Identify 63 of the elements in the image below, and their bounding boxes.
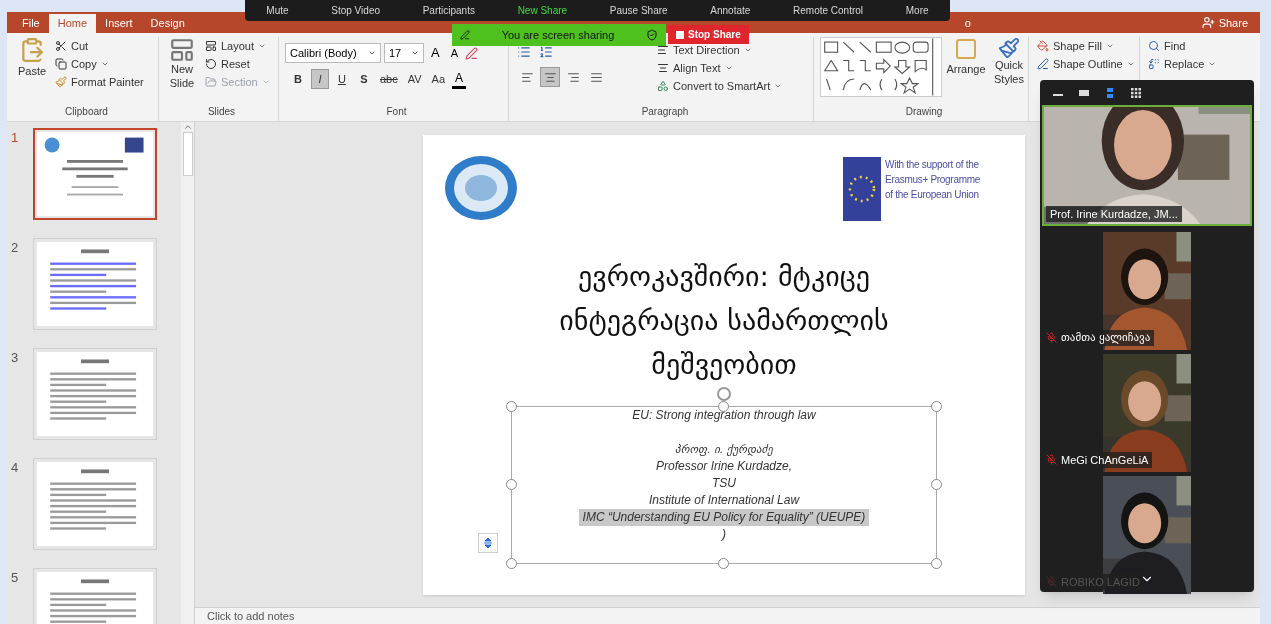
grow-font-button[interactable]: A (427, 43, 444, 63)
toolbar-button[interactable]: Annotate (710, 3, 751, 18)
share-button[interactable]: Share (1201, 14, 1248, 31)
subtitle-line: Professor Irine Kurdadze, (655, 458, 793, 475)
toolbar-button[interactable]: Participants (422, 3, 475, 18)
stop-share-button[interactable]: Stop Share (668, 25, 749, 44)
shrink-font-button[interactable]: A (446, 44, 462, 62)
font-style-button[interactable]: AV (404, 69, 425, 89)
font-style-button[interactable]: abc (377, 69, 401, 89)
toolbar-button[interactable]: Stop Video (331, 3, 380, 18)
font-style-button[interactable]: Aa (428, 69, 449, 89)
slide-number: 4 (11, 459, 20, 477)
layout-button[interactable]: Layout (203, 37, 272, 55)
reset-button[interactable]: Reset (203, 55, 272, 73)
toolbar-button[interactable]: Remote Control (793, 3, 864, 18)
toolbar-button[interactable]: Pause Share (609, 3, 668, 18)
font-style-button[interactable]: I (311, 69, 329, 89)
ribbon-tab[interactable]: Insert (96, 14, 142, 33)
slide-title: ევროკავშირი: მტკიცე ინტეგრაცია სამართლის მეშვეობით (559, 259, 889, 383)
slide-number: 2 (11, 239, 20, 257)
ribbon-tab[interactable]: File (13, 14, 49, 33)
ribbon-tab[interactable]: Home (48, 14, 97, 33)
paste-button[interactable]: Paste (15, 37, 49, 107)
font-family-dropdown[interactable]: Calibri (Body) (285, 43, 381, 63)
font-size-dropdown[interactable]: 17 (384, 43, 424, 63)
copy-button[interactable]: Copy (53, 55, 146, 73)
toolbar-button[interactable]: Mute (266, 3, 289, 18)
subtitle-line: EU: Strong integration through law (632, 407, 816, 424)
new-slide-button[interactable]: New Slide (165, 37, 199, 107)
toolbar-button[interactable]: More (905, 3, 929, 18)
arrange-button[interactable]: Arrange (946, 37, 986, 107)
font-style-button[interactable]: U (333, 69, 351, 89)
slide-number: 5 (11, 569, 20, 587)
slide-number: 3 (11, 349, 20, 367)
find-button[interactable]: Find (1146, 37, 1239, 55)
quick-styles-button[interactable]: Quick Styles (990, 37, 1028, 107)
cut-button[interactable]: Cut (53, 37, 146, 55)
group-label: Clipboard (64, 107, 109, 119)
sharing-message: You are screen sharing (500, 27, 616, 43)
font-color-button[interactable]: A (452, 69, 467, 89)
ribbon-tab[interactable]: o (955, 14, 980, 33)
subtitle-line: პროფ. ი. ქურდაძე (675, 442, 773, 458)
font-style-button[interactable]: S (355, 69, 373, 89)
align-text-button[interactable]: Align Text (655, 59, 785, 77)
smartart-button[interactable]: Convert to SmartArt (655, 77, 785, 95)
text-direction-button[interactable]: Text Direction (655, 41, 785, 59)
toolbar-button[interactable]: New Share (517, 3, 568, 18)
subtitle-line: Institute of International Law (648, 492, 800, 509)
replace-button[interactable]: Replace (1146, 55, 1239, 73)
erasmus-caption: With the support of the Erasmus+ Programme of the European Union (885, 158, 980, 202)
notes-pane[interactable]: Click to add notes (195, 607, 1260, 624)
group-label: Paragraph (640, 107, 690, 119)
subtitle-line: TSU (712, 475, 736, 492)
group-label: Slides (206, 107, 237, 119)
ribbon-tab[interactable]: Design (141, 14, 194, 33)
slide-number: 1 (11, 129, 20, 147)
shape-fill-button[interactable]: Shape Fill (1035, 37, 1139, 55)
format-painter-button[interactable]: Format Painter (53, 73, 146, 91)
group-label: Font (385, 107, 408, 119)
font-style-button[interactable]: B (289, 69, 307, 89)
group-label: Drawing (904, 107, 944, 119)
subtitle-line: ) (722, 526, 726, 543)
shape-outline-button[interactable]: Shape Outline (1035, 55, 1139, 73)
